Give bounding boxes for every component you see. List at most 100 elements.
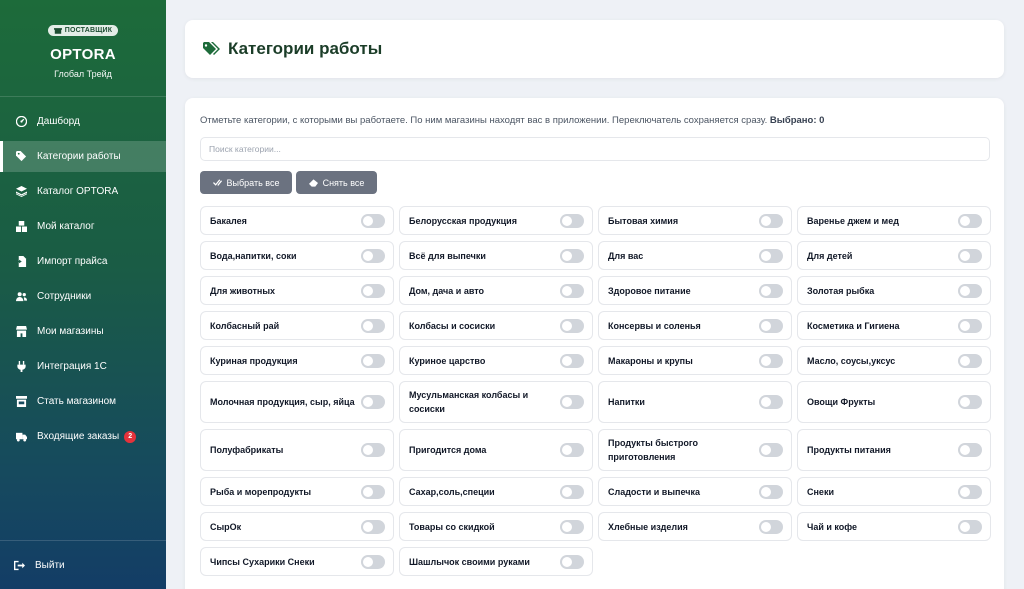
category-toggle[interactable] xyxy=(361,395,385,409)
category-toggle[interactable] xyxy=(361,484,385,499)
category-item[interactable]: Молочная продукция, сыр, яйца xyxy=(200,381,394,423)
category-item[interactable]: Хлебные изделия xyxy=(598,512,792,541)
category-toggle[interactable] xyxy=(560,353,584,368)
category-label: Белорусская продукция xyxy=(409,215,517,226)
category-label: Хлебные изделия xyxy=(608,521,688,532)
category-item[interactable]: Макароны и крупы xyxy=(598,346,792,375)
category-toggle[interactable] xyxy=(759,443,783,457)
category-toggle[interactable] xyxy=(759,519,783,534)
category-toggle[interactable] xyxy=(958,248,982,263)
role-badge-label: ПОСТАВЩИК xyxy=(64,27,113,34)
category-toggle[interactable] xyxy=(759,213,783,228)
category-item[interactable]: Снеки xyxy=(797,477,991,506)
category-toggle[interactable] xyxy=(958,213,982,228)
category-toggle[interactable] xyxy=(958,318,982,333)
search-input[interactable]: Поиск категории... xyxy=(200,137,990,161)
category-toggle[interactable] xyxy=(759,248,783,263)
category-item[interactable]: Бытовая химия xyxy=(598,206,792,235)
category-toggle[interactable] xyxy=(560,213,584,228)
sidebar-item-become-store[interactable]: Стать магазином xyxy=(0,386,166,417)
category-item[interactable]: Куриное царство xyxy=(399,346,593,375)
category-item[interactable]: Мусульманская колбасы и сосиски xyxy=(399,381,593,423)
category-toggle[interactable] xyxy=(958,519,982,534)
sidebar-item-categories[interactable]: Категории работы xyxy=(0,141,166,172)
category-toggle[interactable] xyxy=(759,283,783,298)
category-toggle[interactable] xyxy=(759,318,783,333)
category-item[interactable]: Чай и кофе xyxy=(797,512,991,541)
category-item[interactable]: СырОк xyxy=(200,512,394,541)
deselect-all-button[interactable]: Снять все xyxy=(296,171,377,194)
category-toggle[interactable] xyxy=(361,519,385,534)
category-toggle[interactable] xyxy=(759,395,783,409)
brand-block: ПОСТАВЩИК OPTORA Глобал Трейд xyxy=(0,0,166,97)
role-badge: ПОСТАВЩИК xyxy=(47,25,119,36)
category-item[interactable]: Всё для выпечки xyxy=(399,241,593,270)
category-item[interactable]: Масло, соусы,уксус xyxy=(797,346,991,375)
category-toggle[interactable] xyxy=(361,318,385,333)
category-item[interactable]: Товары со скидкой xyxy=(399,512,593,541)
category-toggle[interactable] xyxy=(958,283,982,298)
category-toggle[interactable] xyxy=(958,395,982,409)
category-toggle[interactable] xyxy=(560,283,584,298)
category-toggle[interactable] xyxy=(958,484,982,499)
category-item[interactable]: Полуфабрикаты xyxy=(200,429,394,471)
category-item[interactable]: Для животных xyxy=(200,276,394,305)
logout-button[interactable]: Выйти xyxy=(0,541,166,589)
category-item[interactable]: Куриная продукция xyxy=(200,346,394,375)
category-item[interactable]: Бакалея xyxy=(200,206,394,235)
category-item[interactable]: Дом, дача и авто xyxy=(399,276,593,305)
category-item[interactable]: Сладости и выпечка xyxy=(598,477,792,506)
category-toggle[interactable] xyxy=(361,248,385,263)
category-item[interactable]: Вода,напитки, соки xyxy=(200,241,394,270)
category-toggle[interactable] xyxy=(560,443,584,457)
category-toggle[interactable] xyxy=(759,484,783,499)
category-label: Куриная продукция xyxy=(210,355,298,366)
category-item[interactable]: Для детей xyxy=(797,241,991,270)
category-item[interactable]: Варенье джем и мед xyxy=(797,206,991,235)
sidebar-item-1c-integration[interactable]: Интеграция 1С xyxy=(0,351,166,382)
category-item[interactable]: Здоровое питание xyxy=(598,276,792,305)
category-item[interactable]: Золотая рыбка xyxy=(797,276,991,305)
category-toggle[interactable] xyxy=(560,248,584,263)
category-item[interactable]: Косметика и Гигиена xyxy=(797,311,991,340)
category-toggle[interactable] xyxy=(560,395,584,409)
category-item[interactable]: Напитки xyxy=(598,381,792,423)
sidebar-item-incoming-orders[interactable]: Входящие заказы 2 xyxy=(0,421,166,452)
category-toggle[interactable] xyxy=(958,443,982,457)
category-item[interactable]: Рыба и морепродукты xyxy=(200,477,394,506)
select-all-button[interactable]: Выбрать все xyxy=(200,171,292,194)
category-item[interactable]: Овощи Фрукты xyxy=(797,381,991,423)
category-label: Колбасы и сосиски xyxy=(409,320,496,331)
categories-panel: Отметьте категории, с которыми вы работа… xyxy=(185,98,1004,589)
sidebar-item-optora-catalog[interactable]: Каталог OPTORA xyxy=(0,176,166,207)
category-item[interactable]: Продукты быстрого приготовления xyxy=(598,429,792,471)
sidebar-item-employees[interactable]: Сотрудники xyxy=(0,281,166,312)
category-toggle[interactable] xyxy=(560,484,584,499)
category-item[interactable]: Продукты питания xyxy=(797,429,991,471)
category-toggle[interactable] xyxy=(560,318,584,333)
layers-icon xyxy=(15,186,27,198)
category-toggle[interactable] xyxy=(560,519,584,534)
category-toggle[interactable] xyxy=(361,213,385,228)
category-item[interactable]: Шашлычок своими руками xyxy=(399,547,593,576)
sidebar-item-my-stores[interactable]: Мои магазины xyxy=(0,316,166,347)
sidebar-item-price-import[interactable]: Импорт прайса xyxy=(0,246,166,277)
category-item[interactable]: Консервы и соленья xyxy=(598,311,792,340)
category-item[interactable]: Сахар,соль,специи xyxy=(399,477,593,506)
category-item[interactable]: Чипсы Сухарики Снеки xyxy=(200,547,394,576)
category-item[interactable]: Пригодится дома xyxy=(399,429,593,471)
sidebar-item-dashboard[interactable]: Дашборд xyxy=(0,106,166,137)
category-item[interactable]: Колбасы и сосиски xyxy=(399,311,593,340)
category-toggle[interactable] xyxy=(361,554,385,569)
category-toggle[interactable] xyxy=(759,353,783,368)
category-toggle[interactable] xyxy=(361,283,385,298)
sidebar-item-my-catalog[interactable]: Мой каталог xyxy=(0,211,166,242)
category-toggle[interactable] xyxy=(361,443,385,457)
category-label: Куриное царство xyxy=(409,355,486,366)
category-toggle[interactable] xyxy=(560,554,584,569)
category-item[interactable]: Для вас xyxy=(598,241,792,270)
category-toggle[interactable] xyxy=(958,353,982,368)
category-toggle[interactable] xyxy=(361,353,385,368)
category-item[interactable]: Колбасный рай xyxy=(200,311,394,340)
category-item[interactable]: Белорусская продукция xyxy=(399,206,593,235)
